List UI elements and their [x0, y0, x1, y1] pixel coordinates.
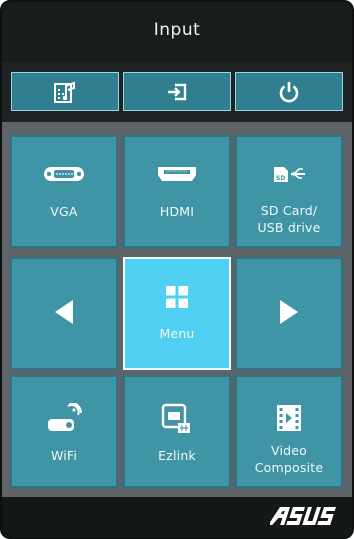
- control-grid: VGA HDMI SD SD Card/ USB drive Menu WiFi…: [2, 122, 352, 497]
- power-icon: [279, 81, 299, 102]
- video-composite-input-button[interactable]: Video Composite: [235, 375, 343, 488]
- video-composite-label: Video Composite: [254, 443, 324, 475]
- wifi-input-button[interactable]: WiFi: [10, 375, 118, 488]
- wifi-label: WiFi: [50, 448, 78, 463]
- left-arrow-button[interactable]: [10, 257, 118, 370]
- wifi-projector-icon: [48, 403, 83, 431]
- sd-usb-input-button[interactable]: SD SD Card/ USB drive: [235, 135, 343, 248]
- input-source-button[interactable]: [123, 72, 231, 111]
- left-arrow-icon: [55, 300, 73, 324]
- hdmi-input-button[interactable]: HDMI: [123, 135, 231, 248]
- film-icon: [277, 405, 301, 431]
- right-arrow-button[interactable]: [235, 257, 343, 370]
- menu-button[interactable]: Menu: [123, 257, 231, 370]
- page-title: Input: [153, 20, 201, 40]
- sd-usb-icon: SD: [274, 167, 305, 182]
- vga-label: VGA: [50, 204, 78, 219]
- right-arrow-icon: [280, 300, 298, 324]
- menu-grid-icon: [166, 286, 188, 308]
- sd-usb-label: SD Card/ USB drive: [257, 203, 321, 235]
- top-toolbar: [2, 62, 352, 122]
- title-bar: Input: [2, 2, 352, 62]
- hdmi-port-icon: [158, 167, 196, 181]
- svg-text:SD: SD: [276, 175, 285, 182]
- asus-logo: [270, 507, 336, 525]
- ezlink-label: Ezlink: [158, 448, 196, 463]
- power-button[interactable]: [235, 72, 343, 111]
- hdmi-label: HDMI: [159, 204, 195, 219]
- footer-bar: [2, 497, 352, 537]
- menu-label: Menu: [159, 326, 195, 341]
- vga-port-icon: [44, 167, 84, 181]
- music-settings-button[interactable]: [11, 72, 119, 111]
- remote-app-window: Input VGA HDMI SD SD Card/ USB drive Men…: [0, 0, 354, 539]
- ezlink-usb-icon: [161, 403, 190, 433]
- vga-input-button[interactable]: VGA: [10, 135, 118, 248]
- music-note-settings-icon: [54, 81, 75, 103]
- ezlink-input-button[interactable]: Ezlink: [123, 375, 231, 488]
- input-source-icon: [168, 83, 187, 100]
